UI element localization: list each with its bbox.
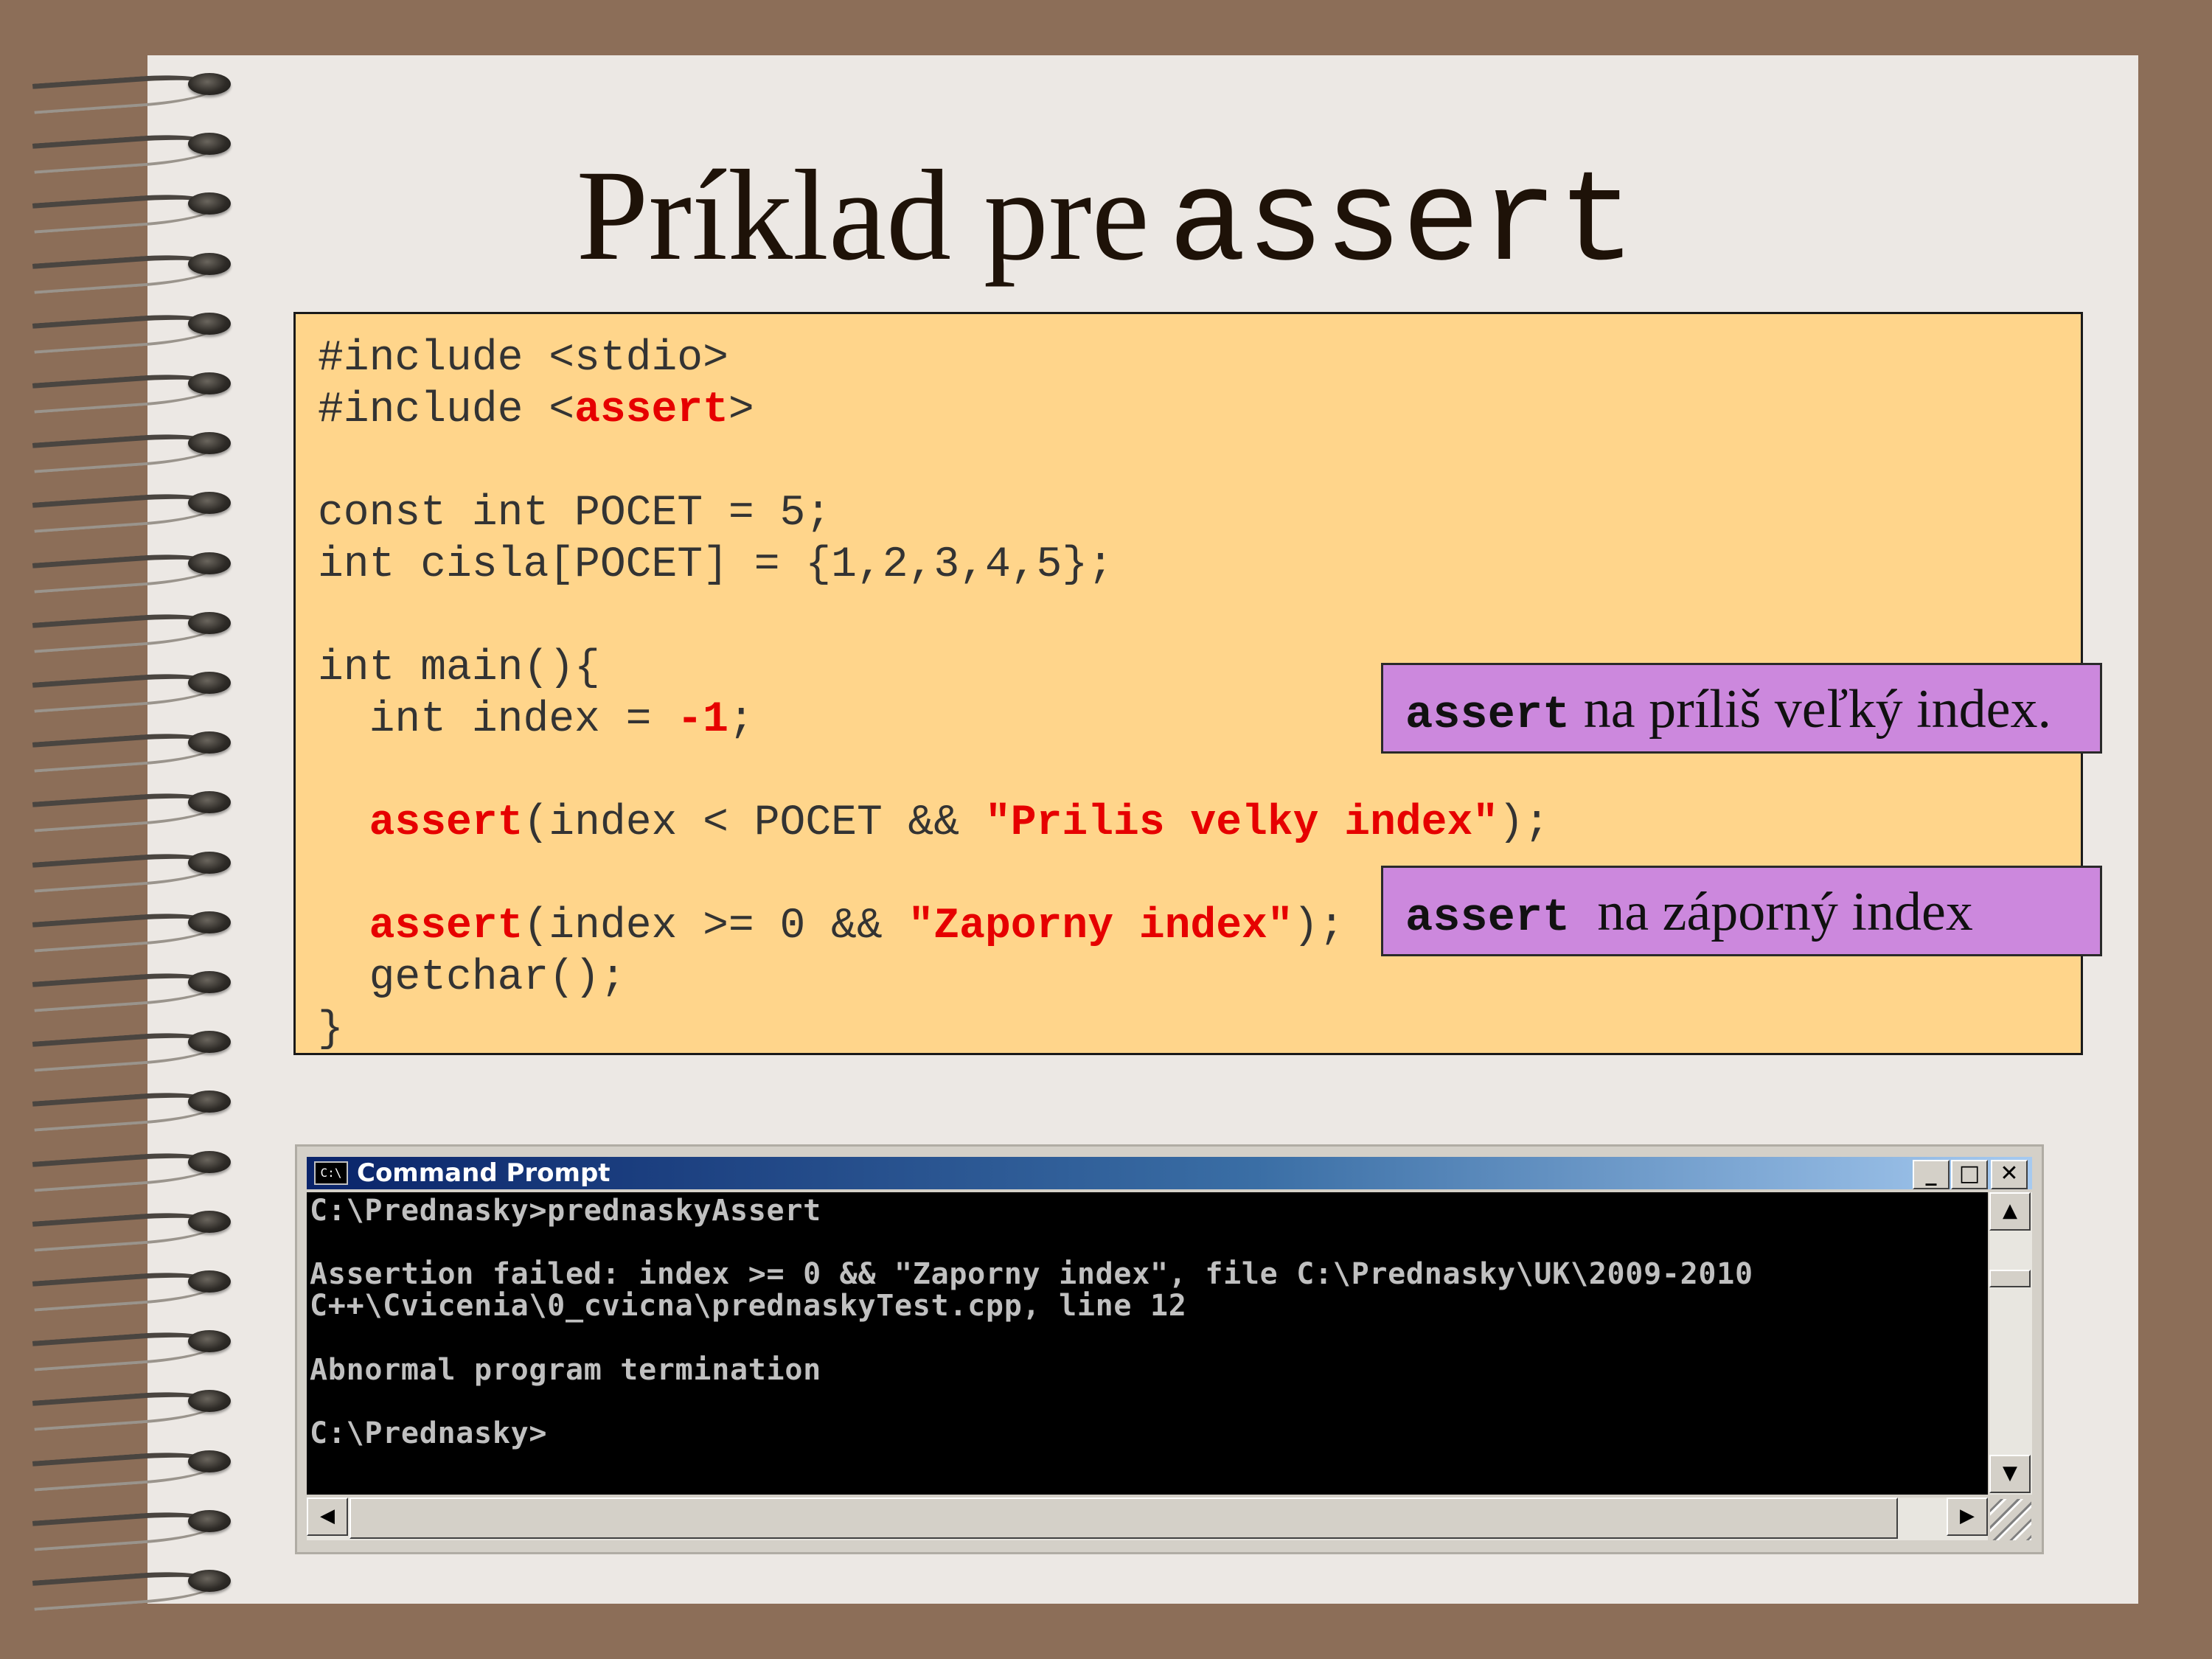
- code-line: assert(index >= 0 && "Zaporny index");: [369, 902, 1345, 950]
- window-title: Command Prompt: [357, 1158, 611, 1188]
- code-line: int index = -1;: [318, 696, 754, 744]
- spiral-ring: [32, 1267, 234, 1312]
- resize-grip-icon[interactable]: [1990, 1499, 2031, 1540]
- ring-hole: [188, 372, 231, 394]
- spiral-ring: [32, 1387, 234, 1432]
- ring-hole: [188, 1330, 231, 1353]
- spiral-ring: [32, 489, 234, 534]
- scroll-right-button[interactable]: ▶: [1947, 1498, 1988, 1536]
- spiral-ring: [32, 310, 234, 354]
- spiral-ring: [32, 669, 234, 713]
- ring-hole: [188, 971, 231, 993]
- ring-hole: [188, 611, 231, 634]
- ring-hole: [188, 1091, 231, 1113]
- ring-hole: [188, 911, 231, 933]
- code-line: getchar();: [318, 954, 626, 1002]
- spiral-ring: [32, 1447, 234, 1492]
- spiral-ring: [32, 429, 234, 473]
- ring-hole: [188, 312, 231, 335]
- ring-hole: [188, 1570, 231, 1592]
- code-line: #include <stdio>: [318, 335, 728, 383]
- ring-hole: [188, 1270, 231, 1293]
- command-prompt-window[interactable]: C:\ Command Prompt _ □ ✕ C:\Prednasky>pr…: [295, 1144, 2044, 1554]
- ring-hole: [188, 1450, 231, 1472]
- console-output[interactable]: C:\Prednasky>prednaskyAssert Assertion f…: [307, 1192, 1988, 1495]
- window-title-bar[interactable]: C:\ Command Prompt _ □ ✕: [307, 1157, 2032, 1189]
- ring-hole: [188, 731, 231, 754]
- spiral-ring: [32, 70, 234, 114]
- slide-title: Príklad pre assert: [0, 151, 2212, 290]
- ring-hole: [188, 73, 231, 95]
- ring-hole: [188, 1509, 231, 1532]
- spiral-ring: [32, 609, 234, 653]
- code-line: #include <assert>: [318, 386, 754, 434]
- close-button[interactable]: ✕: [1991, 1160, 2028, 1189]
- minimize-button[interactable]: _: [1913, 1160, 1950, 1189]
- vertical-scrollbar[interactable]: ▲ ▼: [1989, 1192, 2032, 1495]
- code-line: int cisla[POCET] = {1,2,3,4,5};: [318, 541, 1113, 589]
- ring-hole: [188, 492, 231, 515]
- spiral-ring: [32, 968, 234, 1012]
- code-line: }: [318, 1006, 344, 1054]
- ring-hole: [188, 432, 231, 455]
- title-text: Príklad pre: [576, 144, 1150, 288]
- code-line: int main(){: [318, 644, 600, 692]
- spiral-ring: [32, 549, 234, 594]
- code-line: assert(index < POCET && "Prilis velky in…: [369, 799, 1550, 847]
- ring-hole: [188, 791, 231, 814]
- spiral-ring: [32, 1567, 234, 1611]
- ring-hole: [188, 1031, 231, 1054]
- ring-wire: [32, 1568, 219, 1611]
- spiral-ring: [32, 1088, 234, 1133]
- vertical-scroll-thumb[interactable]: [1989, 1270, 2031, 1287]
- console-line: Abnormal program termination: [310, 1353, 821, 1387]
- ring-hole: [188, 552, 231, 574]
- spiral-ring: [32, 1507, 234, 1551]
- scroll-down-button[interactable]: ▼: [1989, 1455, 2031, 1493]
- horizontal-scrollbar[interactable]: ◀ ▶: [307, 1498, 1988, 1540]
- scroll-left-button[interactable]: ◀: [307, 1498, 348, 1536]
- ring-hole: [188, 1390, 231, 1413]
- ring-hole: [188, 1210, 231, 1233]
- ring-hole: [188, 1150, 231, 1173]
- console-line: C:\Prednasky>prednaskyAssert: [310, 1194, 821, 1228]
- spiral-ring: [32, 1208, 234, 1252]
- code-line: const int POCET = 5;: [318, 490, 832, 538]
- maximize-button[interactable]: □: [1951, 1160, 1988, 1189]
- ring-hole: [188, 672, 231, 694]
- spiral-ring: [32, 369, 234, 414]
- note-negative-index: assert na záporný index: [1381, 866, 2102, 956]
- spiral-ring: [32, 1148, 234, 1192]
- console-line: C:\Prednasky>: [310, 1416, 548, 1450]
- spiral-ring: [32, 788, 234, 833]
- console-line: C++\Cvicenia\0_cvicna\prednaskyTest.cpp,…: [310, 1289, 1187, 1323]
- spiral-ring: [32, 908, 234, 953]
- title-code: assert: [1168, 150, 1636, 298]
- spiral-ring: [32, 849, 234, 893]
- console-line: Assertion failed: index >= 0 && "Zaporny…: [310, 1257, 1753, 1291]
- horizontal-scroll-thumb[interactable]: [349, 1498, 1898, 1539]
- scroll-up-button[interactable]: ▲: [1989, 1192, 2031, 1231]
- spiral-ring: [32, 1327, 234, 1371]
- note-too-large-index: assert na príliš veľký index.: [1381, 663, 2102, 754]
- spiral-ring: [32, 1028, 234, 1072]
- spiral-ring: [32, 728, 234, 773]
- terminal-icon: C:\: [314, 1161, 348, 1185]
- ring-hole: [188, 851, 231, 874]
